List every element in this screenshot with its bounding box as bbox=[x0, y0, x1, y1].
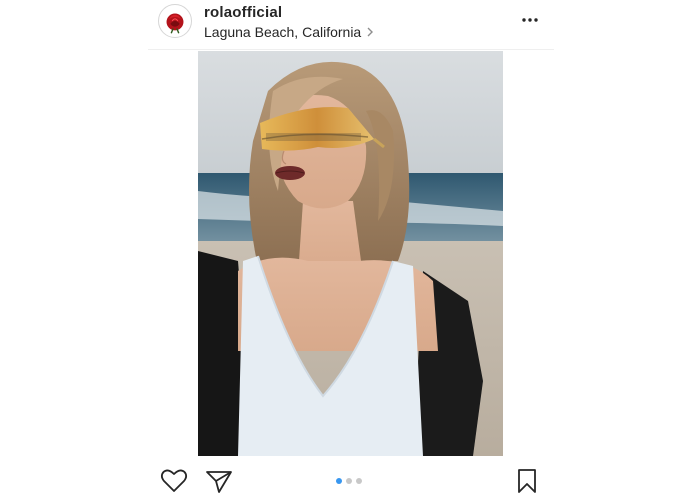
post-photo[interactable] bbox=[198, 51, 503, 456]
chevron-right-icon bbox=[367, 27, 374, 37]
beach-selfie-image bbox=[198, 51, 503, 456]
carousel-dot bbox=[346, 478, 352, 484]
username[interactable]: rolaofficial bbox=[204, 4, 282, 21]
carousel-indicator bbox=[336, 478, 362, 484]
rose-icon bbox=[160, 6, 190, 36]
more-options-button[interactable] bbox=[518, 10, 542, 30]
bookmark-icon bbox=[518, 469, 536, 493]
header-divider bbox=[148, 49, 554, 50]
carousel-dot-active bbox=[336, 478, 342, 484]
paper-plane-icon bbox=[206, 471, 232, 493]
save-button[interactable] bbox=[516, 468, 538, 494]
more-options-icon bbox=[522, 18, 538, 22]
share-button[interactable] bbox=[205, 468, 233, 494]
like-button[interactable] bbox=[160, 468, 188, 494]
post-actions bbox=[0, 462, 700, 500]
location-link[interactable]: Laguna Beach, California bbox=[204, 24, 374, 40]
carousel-dot bbox=[356, 478, 362, 484]
post-header: rolaofficial Laguna Beach, California bbox=[0, 0, 700, 50]
avatar[interactable] bbox=[158, 4, 192, 38]
location-label: Laguna Beach, California bbox=[204, 24, 362, 40]
heart-icon bbox=[160, 469, 188, 492]
